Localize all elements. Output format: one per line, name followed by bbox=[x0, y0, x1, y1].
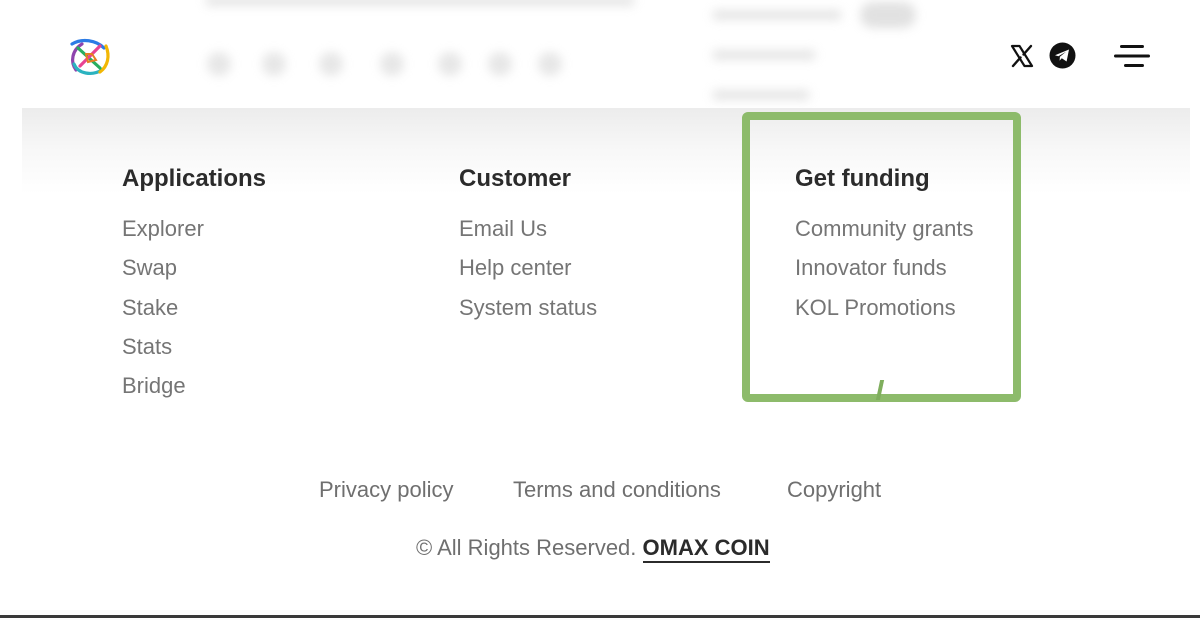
highlight-annotation-mark bbox=[875, 380, 885, 400]
brand-link[interactable]: OMAX COIN bbox=[642, 535, 770, 563]
footer-link-community-grants[interactable]: Community grants bbox=[795, 209, 974, 248]
footer-link-stake[interactable]: Stake bbox=[122, 288, 266, 327]
telegram-icon[interactable] bbox=[1049, 42, 1076, 69]
footer-link-explorer[interactable]: Explorer bbox=[122, 209, 266, 248]
footer-link-bridge[interactable]: Bridge bbox=[122, 366, 266, 405]
copyright-link[interactable]: Copyright bbox=[787, 474, 881, 506]
footer-link-system-status[interactable]: System status bbox=[459, 288, 597, 327]
footer-link-innovator-funds[interactable]: Innovator funds bbox=[795, 248, 974, 287]
footer-link-stats[interactable]: Stats bbox=[122, 327, 266, 366]
copyright-text: © All Rights Reserved. bbox=[416, 535, 637, 560]
x-icon[interactable] bbox=[1009, 43, 1035, 69]
column-heading: Get funding bbox=[795, 165, 930, 192]
header bbox=[0, 0, 1200, 110]
page: Applications Explorer Swap Stake Stats B… bbox=[0, 0, 1200, 618]
footer-link-swap[interactable]: Swap bbox=[122, 248, 266, 287]
footer-link-help-center[interactable]: Help center bbox=[459, 248, 597, 287]
multicolor-swirl-logo[interactable] bbox=[66, 36, 112, 76]
column-heading: Customer bbox=[459, 165, 572, 192]
copyright-notice: © All Rights Reserved. OMAX COIN bbox=[416, 531, 770, 565]
privacy-policy-link[interactable]: Privacy policy bbox=[319, 474, 453, 506]
footer-column-customer: Customer Email Us Help center System sta… bbox=[459, 163, 597, 327]
footer-link-email-us[interactable]: Email Us bbox=[459, 209, 597, 248]
hamburger-menu-icon[interactable] bbox=[1114, 44, 1150, 68]
terms-and-conditions-link[interactable]: Terms and conditions bbox=[513, 474, 721, 506]
footer-column-applications: Applications Explorer Swap Stake Stats B… bbox=[122, 163, 266, 405]
column-heading: Applications bbox=[122, 165, 267, 192]
footer-link-kol-promotions[interactable]: KOL Promotions bbox=[795, 288, 974, 327]
legal-links: Privacy policy Terms and conditions Copy… bbox=[0, 474, 1200, 506]
footer-column-get-funding: Get funding Community grants Innovator f… bbox=[795, 163, 974, 327]
